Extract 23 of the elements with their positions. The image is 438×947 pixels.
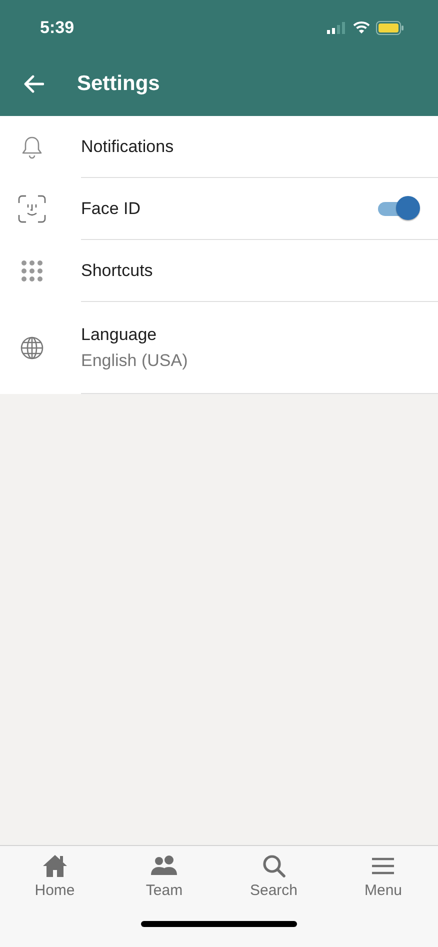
wifi-icon xyxy=(353,21,370,34)
tab-item[interactable]: Search xyxy=(219,854,328,899)
battery-icon xyxy=(376,20,404,34)
setting-label[interactable]: Face ID xyxy=(81,198,141,218)
tab-item[interactable]: Home xyxy=(0,854,110,899)
page-title: Settings xyxy=(77,72,160,96)
grid-dots-icon xyxy=(20,260,42,282)
back-arrow-icon[interactable] xyxy=(24,75,44,93)
home-icon xyxy=(42,854,68,878)
face-scan-icon xyxy=(18,195,46,223)
bell-icon xyxy=(20,135,42,159)
setting-label[interactable]: Notifications xyxy=(81,136,174,156)
search-icon xyxy=(262,854,286,878)
people-icon xyxy=(150,854,178,878)
setting-label[interactable]: Language xyxy=(81,324,188,344)
status-time: 5:39 xyxy=(40,18,74,38)
setting-label[interactable]: Shortcuts xyxy=(81,260,153,280)
setting-value: English (USA) xyxy=(81,350,188,370)
signal-icon xyxy=(327,22,347,34)
face-id-toggle[interactable] xyxy=(376,196,420,222)
tab-item[interactable]: Team xyxy=(110,854,219,899)
tab-item[interactable]: Menu xyxy=(328,854,438,899)
globe-icon xyxy=(20,336,44,360)
